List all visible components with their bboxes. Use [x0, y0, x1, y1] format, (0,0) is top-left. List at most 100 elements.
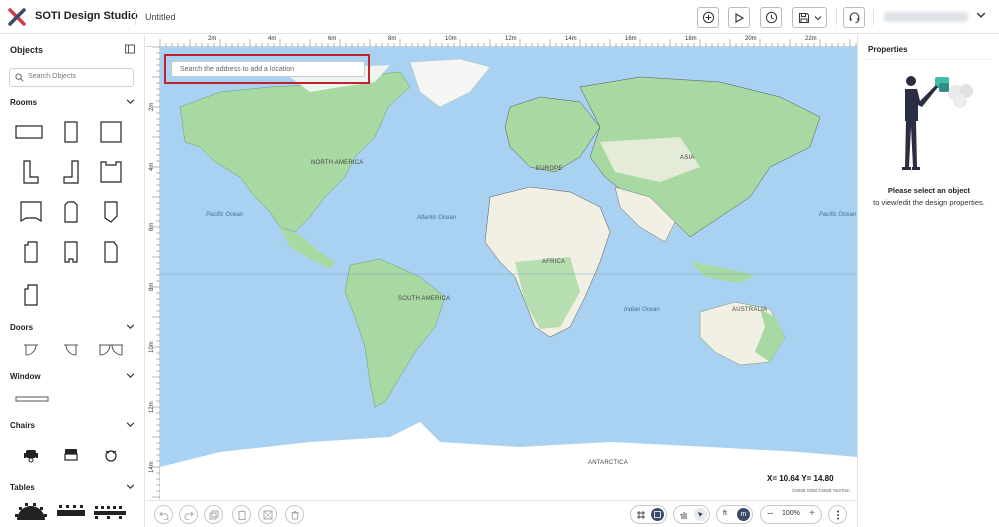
- chair-office[interactable]: [17, 441, 45, 469]
- table-long-icon: [94, 506, 126, 519]
- room-step[interactable]: [17, 281, 45, 309]
- ruler-y-label: 10m: [149, 341, 155, 353]
- unit-m-option[interactable]: m: [737, 508, 750, 521]
- door-single-left[interactable]: [17, 336, 45, 364]
- chevron-down-icon[interactable]: [976, 10, 986, 20]
- window-item[interactable]: [15, 385, 49, 413]
- table-round-half[interactable]: [13, 497, 49, 525]
- pan-select-group: [673, 505, 710, 524]
- unit-ft-option[interactable]: ft: [723, 510, 727, 517]
- section-tables[interactable]: Tables: [10, 483, 135, 492]
- room-l-shape[interactable]: [17, 158, 45, 186]
- room-chamfered[interactable]: [57, 198, 85, 226]
- room-banner[interactable]: [17, 198, 45, 226]
- address-search-input[interactable]: Search the address to add a location: [171, 61, 365, 77]
- support-button[interactable]: [843, 7, 865, 28]
- continent-label: EUROPE: [536, 166, 563, 172]
- chevron-down-icon[interactable]: [126, 420, 135, 429]
- section-rooms[interactable]: Rooms: [10, 98, 135, 107]
- ruler-x-label: 20m: [745, 36, 757, 42]
- undo-button[interactable]: [154, 505, 173, 524]
- chair-armchair[interactable]: [57, 441, 85, 469]
- chair-round[interactable]: [97, 441, 125, 469]
- pan-hand-icon[interactable]: [679, 510, 689, 520]
- room-j-shape[interactable]: [57, 158, 85, 186]
- ruler-x-label: 6m: [328, 36, 337, 42]
- chevron-down-icon[interactable]: [126, 371, 135, 380]
- continent-label: NORTH AMERICA: [311, 160, 364, 166]
- ruler-x-label: 8m: [388, 36, 397, 42]
- horizontal-ruler: 2m 4m 6m 8m 10m 12m 14m 16m 18m 20m 22m: [146, 35, 857, 47]
- room-bottom-notch[interactable]: [57, 238, 85, 266]
- table-rectangular[interactable]: [55, 497, 87, 525]
- ruler-y-label: 14m: [149, 461, 155, 473]
- room-square[interactable]: [97, 118, 125, 146]
- add-button[interactable]: [697, 7, 719, 28]
- select-toggle[interactable]: [694, 508, 707, 521]
- objects-panel: Objects Search Objects Rooms Doors Windo…: [0, 35, 145, 527]
- europe-shape: [504, 96, 601, 173]
- paste-button[interactable]: [232, 505, 251, 524]
- empty-state-body: to view/edit the design properties.: [873, 198, 985, 207]
- grid-snap-toggle[interactable]: [651, 508, 664, 521]
- support-headset-icon: [849, 12, 859, 24]
- room-notched[interactable]: [97, 158, 125, 186]
- room-banner-icon: [20, 201, 42, 223]
- chevron-down-icon[interactable]: [126, 322, 135, 331]
- grid-hash-icon[interactable]: [636, 510, 646, 520]
- continent-label: SOUTH AMERICA: [398, 296, 451, 302]
- window-icon: [15, 396, 49, 402]
- room-rect-tall-icon: [64, 121, 78, 143]
- delete-button[interactable]: [285, 505, 304, 524]
- address-search-placeholder: Search the address to add a location: [180, 66, 295, 73]
- crop-button[interactable]: [258, 505, 277, 524]
- document-title[interactable]: Untitled: [145, 12, 176, 22]
- copy-button[interactable]: [204, 505, 223, 524]
- more-vertical-icon: [836, 510, 839, 519]
- save-menu-button[interactable]: [792, 7, 827, 28]
- central-america-shape: [280, 227, 335, 269]
- continent-label: AUSTRALIA: [732, 307, 768, 313]
- chevron-down-icon[interactable]: [126, 482, 135, 491]
- section-doors[interactable]: Doors: [10, 323, 135, 332]
- room-rectangle-tall[interactable]: [57, 118, 85, 146]
- top-bar: SOTI Design Studio Untitled: [0, 0, 999, 34]
- search-objects-field[interactable]: Search Objects: [9, 68, 134, 87]
- room-rectangle-wide[interactable]: [15, 118, 43, 146]
- more-options-button[interactable]: [828, 505, 847, 524]
- vertical-ruler: 2m 4m 6m 8m 10m 12m 14m: [146, 47, 160, 500]
- room-pennant[interactable]: [97, 198, 125, 226]
- history-button[interactable]: [760, 7, 782, 28]
- table-half-round-icon: [15, 503, 47, 520]
- continent-label: AFRICA: [542, 259, 566, 265]
- undo-icon: [158, 511, 168, 520]
- user-name-redacted[interactable]: [884, 12, 968, 22]
- map-attribution: ©2025 OSM ©2025 TomTom: [792, 488, 850, 493]
- door-single-right[interactable]: [57, 336, 85, 364]
- ocean-label: Atlantic Ocean: [417, 215, 457, 221]
- continent-label: ANTARCTICA: [588, 460, 628, 466]
- ruler-x-label: 14m: [565, 36, 577, 42]
- map-canvas[interactable]: 2m 4m 6m 8m 10m 12m 14m 16m 18m 20m 22m …: [146, 35, 857, 500]
- section-chairs[interactable]: Chairs: [10, 421, 135, 430]
- zoom-in-button[interactable]: +: [809, 508, 815, 519]
- table-long[interactable]: [92, 497, 128, 525]
- zoom-out-button[interactable]: −: [767, 508, 773, 520]
- grid-toggle-group: [630, 505, 667, 524]
- redo-button[interactable]: [179, 505, 198, 524]
- chair-round-icon: [105, 450, 117, 462]
- empty-state-title: Please select an object: [887, 186, 971, 195]
- panel-title: Objects: [10, 45, 44, 55]
- collapse-panel-icon[interactable]: [125, 44, 135, 54]
- crop-image-icon: [263, 510, 272, 519]
- preview-button[interactable]: [728, 7, 750, 28]
- chevron-down-icon[interactable]: [126, 97, 135, 106]
- world-map: [160, 58, 857, 500]
- section-window[interactable]: Window: [10, 372, 135, 381]
- door-double[interactable]: [97, 336, 125, 364]
- chevron-down-icon: [814, 15, 821, 20]
- room-side-notch[interactable]: [97, 238, 125, 266]
- chair-armchair-icon: [64, 449, 78, 461]
- soti-logo-icon: [8, 8, 26, 26]
- room-corner-cut[interactable]: [17, 238, 45, 266]
